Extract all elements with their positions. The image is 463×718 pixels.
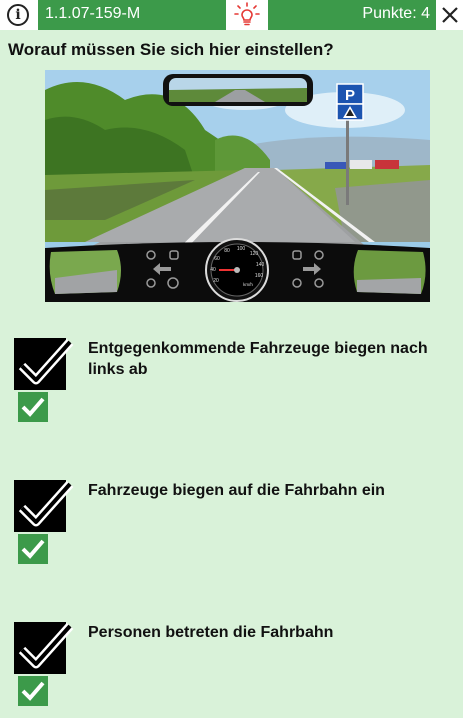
correct-indicator <box>18 534 48 564</box>
answer-text: Fahrzeuge biegen auf die Fahrbahn ein <box>88 482 385 499</box>
points-display: Punkte: 4 <box>268 0 436 30</box>
correct-indicator <box>18 676 48 706</box>
scene-image: P 20 40 60 80 100 120 140 160 km/h <box>45 70 430 302</box>
hint-button[interactable] <box>227 0 267 30</box>
checkmark-icon <box>18 622 74 669</box>
question-text: Worauf müssen Sie sich hier einstellen? <box>8 40 334 59</box>
speed-tick-100: 100 <box>237 246 246 252</box>
answer-text: Personen betreten die Fahrbahn <box>88 624 334 641</box>
answer-checkbox[interactable] <box>14 480 74 532</box>
answer-option-3[interactable]: Personen betreten die Fahrbahn <box>0 620 463 718</box>
speed-tick-40: 40 <box>210 267 216 273</box>
speed-tick-60: 60 <box>214 256 220 262</box>
answer-option-1[interactable]: Entgegenkommende Fahrzeuge biegen nach l… <box>0 336 463 436</box>
speed-tick-140: 140 <box>256 262 265 268</box>
correct-check-icon <box>21 681 45 701</box>
parking-sign-letter: P <box>345 87 355 104</box>
correct-check-icon <box>21 539 45 559</box>
close-button[interactable] <box>437 0 463 30</box>
info-button[interactable]: i <box>0 0 36 30</box>
correct-indicator <box>18 392 48 422</box>
info-icon: i <box>7 4 29 26</box>
answer-checkbox[interactable] <box>14 622 74 674</box>
speed-tick-120: 120 <box>250 251 259 257</box>
answer-option-2[interactable]: Fahrzeuge biegen auf die Fahrbahn ein <box>0 478 463 578</box>
question-id: 1.1.07-159-M <box>38 0 226 30</box>
top-bar: i 1.1.07-159-M Punkte: 4 <box>0 0 463 30</box>
speed-tick-160: 160 <box>255 273 264 279</box>
speed-unit: km/h <box>243 282 253 287</box>
checkmark-icon <box>18 338 74 385</box>
speed-tick-20: 20 <box>213 278 219 284</box>
close-icon <box>442 7 458 23</box>
answer-text: Entgegenkommende Fahrzeuge biegen nach l… <box>88 340 428 378</box>
speed-tick-80: 80 <box>224 248 230 254</box>
correct-check-icon <box>21 397 45 417</box>
answer-checkbox[interactable] <box>14 338 74 390</box>
checkmark-icon <box>18 480 74 527</box>
lightbulb-icon <box>234 2 260 26</box>
